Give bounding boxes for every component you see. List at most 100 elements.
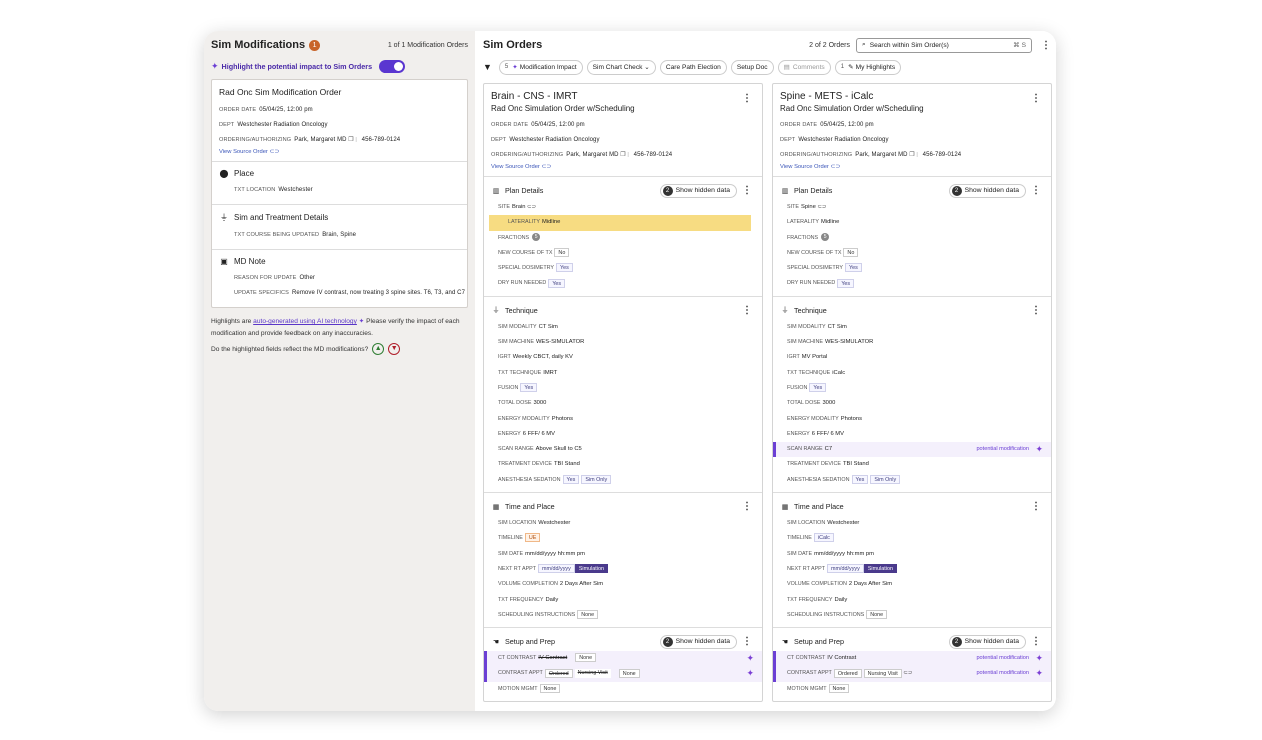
order-subtitle: Rad Onc Simulation Order w/Scheduling: [491, 104, 635, 113]
map-icon: ▥: [781, 187, 789, 195]
more-options-icon[interactable]: ⋮: [741, 305, 753, 316]
show-hidden-data-button[interactable]: 2 Show hidden data: [659, 634, 737, 649]
care-path-election-chip[interactable]: Care Path Election: [659, 59, 727, 75]
view-source-order-link[interactable]: View Source Order ⊂⊃: [491, 164, 755, 170]
setup-prep-section: ☚ Setup and Prep 2 Show hidden data ⋮ CT CON…: [484, 628, 762, 701]
more-options-icon[interactable]: ⋮: [1030, 501, 1042, 512]
plan-details-section: ▥ Plan Details 2 Show hidden data ⋮ SITE Spin…: [773, 177, 1051, 297]
thumbs-up-icon[interactable]: ▲: [372, 343, 385, 355]
funnel-icon: ⏚: [220, 213, 228, 222]
link-icon: ⊂⊃: [541, 164, 552, 170]
order-title: Spine - METS - iCalc: [780, 91, 874, 102]
more-options-icon[interactable]: ⋮: [1030, 636, 1042, 647]
calendar-icon: ▦: [492, 503, 500, 511]
more-options-icon[interactable]: ⋮: [1030, 93, 1042, 104]
phone-value: 456-789-0124: [361, 137, 401, 143]
thumbs-down-icon[interactable]: ▼: [388, 343, 401, 355]
sim-chart-check-chip[interactable]: Sim Chart Check ⌄: [586, 59, 656, 75]
field-value: Westchester Radiation Oncology: [237, 122, 328, 128]
map-icon: ▥: [492, 187, 500, 195]
panel-title: Sim Modifications: [211, 39, 306, 51]
show-hidden-data-button[interactable]: 2 Show hidden data: [659, 183, 737, 198]
show-hidden-data-button[interactable]: 2 Show hidden data: [948, 634, 1026, 649]
field-value: 05/04/25, 12:00 pm: [259, 107, 313, 113]
highlight-impact-toggle[interactable]: [379, 59, 406, 73]
modification-count-badge: 1: [309, 39, 321, 51]
filter-icon[interactable]: ▼: [483, 62, 492, 72]
view-source-order-link[interactable]: View Source Order ⊂⊃: [780, 164, 1044, 170]
sparkle-icon: ✦: [512, 64, 518, 71]
order-subtitle: Rad Onc Simulation Order w/Scheduling: [780, 104, 924, 113]
sparkle-icon: ✦: [1035, 653, 1043, 664]
calendar-icon: ▦: [781, 503, 789, 511]
sparkle-icon: ✦: [211, 60, 219, 71]
hand-icon: ☚: [781, 638, 789, 646]
more-options-icon[interactable]: ⋮: [741, 636, 753, 647]
search-icon: ⌕: [862, 41, 866, 48]
section-title-md-note: MD Note: [234, 257, 266, 266]
order-count: 2 of 2 Orders: [809, 41, 850, 49]
modified-row: CT CONTRAST IV Contrast potential modifica…: [773, 651, 1051, 667]
plan-details-section: ▥ Plan Details 2 Show hidden data ⋮ SITE Brai…: [484, 177, 762, 297]
copy-icon[interactable]: ❐: [348, 137, 353, 143]
my-highlights-chip[interactable]: 1 ✎ My Highlights: [834, 59, 902, 75]
ai-technology-link[interactable]: auto-generated using AI technology: [253, 318, 357, 325]
modification-order-title: Rad Onc Sim Modification Order: [219, 87, 342, 97]
highlight-impact-label: Highlight the potential impact to Sim Or…: [221, 61, 373, 71]
sim-order-card: Spine - METS - iCalc Rad Onc Simulation …: [772, 83, 1052, 703]
field-value: Park, Margaret MD: [294, 137, 347, 143]
technique-section: ⏚ Technique ⋮ SIM MODALITY CT Sim SIM MACHI…: [484, 297, 762, 494]
feedback-question: Do the highlighted fields reflect the MD…: [211, 345, 369, 353]
field-label: TXT LOCATION: [234, 187, 276, 193]
modification-impact-chip[interactable]: 5 ✦ Modification Impact: [498, 59, 583, 75]
highlighted-row: LATERALITY Midline: [489, 215, 751, 231]
field-label: DEPT: [219, 122, 235, 128]
more-options-icon[interactable]: ⋮: [741, 185, 753, 196]
sim-order-card: Brain - CNS - IMRT Rad Onc Simulation Or…: [483, 83, 763, 703]
shortcut-hint: ⌘ S: [1013, 42, 1026, 49]
sparkle-icon: ✦: [746, 668, 754, 679]
field-value: Remove IV contrast, now treating 3 spine…: [291, 290, 466, 296]
pen-icon: ✎: [848, 64, 854, 71]
more-options-icon[interactable]: ⋮: [1030, 185, 1042, 196]
copy-icon[interactable]: ❐: [620, 152, 625, 158]
field-label: TXT COURSE BEING UPDATED: [234, 232, 320, 238]
comments-chip[interactable]: ▤ Comments: [777, 59, 831, 75]
link-icon: ⊂⊃: [269, 149, 280, 155]
potential-modification-label: potential modification: [976, 446, 1029, 453]
funnel-icon: ⏚: [781, 307, 789, 315]
modified-row: SCAN RANGE C7 potential modification ✦: [773, 442, 1051, 458]
show-hidden-data-button[interactable]: 2 Show hidden data: [948, 183, 1026, 198]
setup-doc-chip[interactable]: Setup Doc: [730, 59, 774, 75]
hand-icon: ☚: [492, 638, 500, 646]
more-options-icon[interactable]: ⋮: [741, 501, 753, 512]
modification-order-count: 1 of 1 Modification Orders: [387, 41, 468, 49]
link-icon[interactable]: ⊂⊃: [527, 204, 536, 210]
setup-prep-section: ☚ Setup and Prep 2 Show hidden data ⋮ CT CON…: [773, 628, 1051, 701]
search-input[interactable]: ⌕ Search within Sim Order(s) ⌘ S: [856, 37, 1032, 53]
link-icon[interactable]: ⊂⊃: [903, 670, 912, 676]
link-icon: ⊂⊃: [830, 164, 841, 170]
sparkle-icon: ✦: [746, 653, 754, 664]
modified-row: CONTRAST APPT Ordered Nursing Visit None ✦: [484, 666, 762, 682]
copy-icon[interactable]: ❐: [909, 152, 914, 158]
more-options-icon[interactable]: ⋮: [741, 93, 753, 104]
sparkle-icon: ✦: [1035, 444, 1043, 455]
view-source-order-link[interactable]: View Source Order ⊂⊃: [219, 149, 460, 155]
sim-modifications-panel: Sim Modifications 1 1 of 1 Modification …: [204, 31, 475, 711]
more-options-icon[interactable]: ⋮: [1030, 305, 1042, 316]
modification-order-card: Rad Onc Sim Modification Order ORDER DAT…: [211, 79, 468, 308]
field-value: Westchester: [278, 187, 313, 193]
time-place-section: ▦ Time and Place ⋮ SIM LOCATION Westchester…: [484, 493, 762, 629]
section-title-sim-treatment: Sim and Treatment Details: [234, 213, 329, 222]
comment-icon: ▤: [783, 64, 790, 71]
app-window: Sim Modifications 1 1 of 1 Modification …: [204, 31, 1056, 711]
modified-row: CT CONTRAST IV Contrast None ✦: [484, 651, 762, 667]
more-options-icon[interactable]: ⋮: [1040, 40, 1052, 51]
link-icon[interactable]: ⊂⊃: [817, 204, 826, 210]
funnel-icon: ⏚: [492, 307, 500, 315]
panel-title: Sim Orders: [483, 39, 543, 51]
chevron-down-icon: ⌄: [644, 64, 650, 71]
time-place-section: ▦ Time and Place ⋮ SIM LOCATION Westchester…: [773, 493, 1051, 629]
section-title-place: Place: [234, 169, 255, 178]
